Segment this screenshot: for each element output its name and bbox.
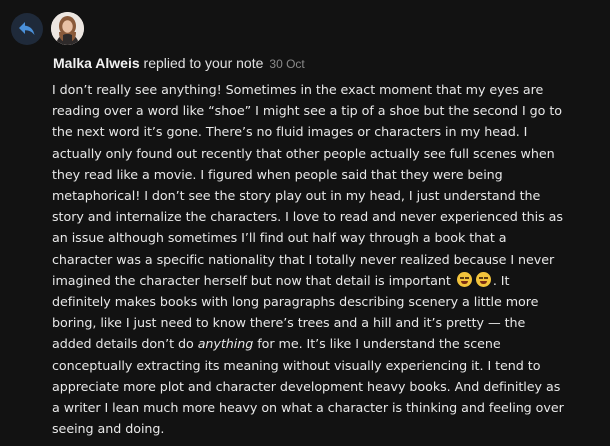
notification-action: replied to your note [139,55,264,71]
reply-text-part1: I don’t really see anything! Sometimes i… [52,82,563,288]
reply-body: I don’t really see anything! Sometimes i… [52,79,564,439]
laughing-emoji-icon [475,271,491,287]
laughing-emoji-icon [456,271,472,287]
reply-text-emphasis: anything [197,336,254,352]
notification-date: 30 Oct [269,57,305,71]
avatar[interactable] [51,12,84,45]
author-name[interactable]: Malka Alweis [53,55,140,71]
reply-arrow-icon[interactable] [11,13,43,45]
notification-header: Malka Alweis replied to your note 30 Oct [53,55,305,73]
